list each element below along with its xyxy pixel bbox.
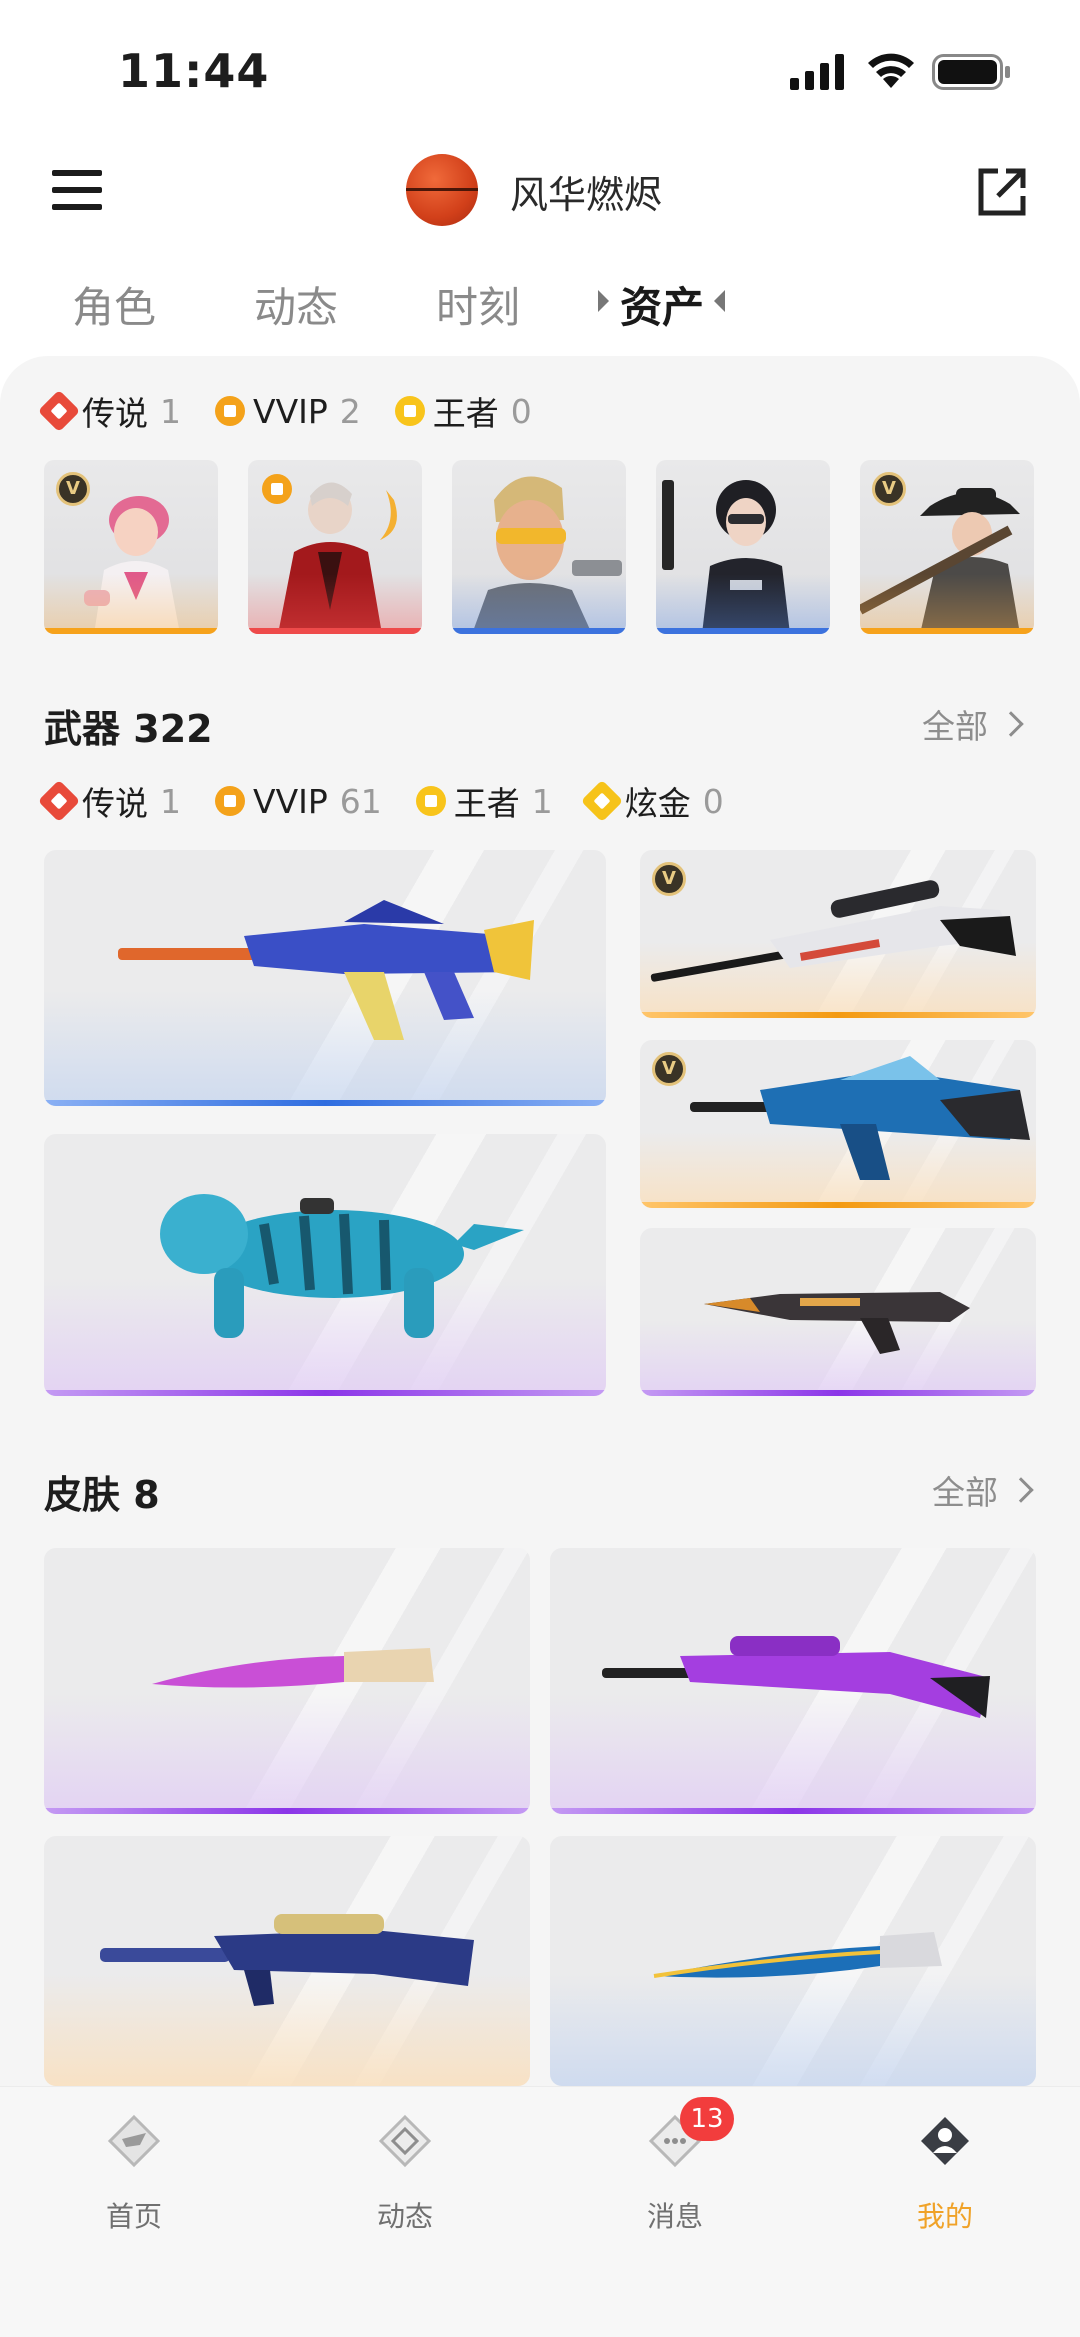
vvip-badge-icon (215, 786, 245, 816)
rarity-gold: 炫金 0 (580, 777, 724, 825)
skin-knife-image (152, 1648, 434, 1688)
character-card[interactable] (656, 460, 830, 634)
avatar[interactable] (406, 154, 478, 226)
skin-card[interactable] (550, 1548, 1036, 1814)
king-badge-icon (415, 786, 446, 816)
rarity-legend: 传说 1 (37, 387, 181, 435)
skin-card[interactable] (550, 1836, 1036, 2086)
rarity-legend: 传说 1 (37, 777, 181, 825)
home-icon (107, 2114, 161, 2168)
feed-icon (378, 2114, 432, 2168)
vip-badge-icon: V (652, 862, 686, 896)
character-card[interactable]: V (860, 460, 1034, 634)
gold-badge-icon (580, 779, 624, 823)
battery-icon (932, 54, 1010, 90)
weapon-assault-rifle-image (690, 1056, 1030, 1180)
wifi-icon (868, 53, 914, 88)
skins-see-all-button[interactable]: 全部 (932, 1466, 1034, 1514)
vip-badge-icon: V (872, 472, 906, 506)
weapon-ak-image (704, 1292, 970, 1354)
weapon-card[interactable] (44, 1134, 606, 1396)
weapon-card[interactable] (640, 1228, 1036, 1396)
menu-icon[interactable] (52, 170, 102, 214)
weapons-title: 武器 322 (44, 707, 213, 751)
weapon-card[interactable] (44, 850, 606, 1106)
weapon-sniper-image (650, 880, 1016, 982)
status-time: 11:44 (118, 44, 270, 98)
skin-blade-image (653, 1932, 942, 1978)
character-rarity-summary: 传说 1 VVIP 2 王者 0 (37, 386, 566, 436)
message-count-badge: 13 (680, 2097, 734, 2141)
tab-assets[interactable]: 资产 (620, 274, 704, 335)
weapon-card[interactable]: V (640, 1040, 1036, 1208)
skin-card[interactable] (44, 1836, 530, 2086)
king-badge-icon (394, 396, 425, 426)
nav-messages[interactable]: 消息 (575, 2113, 775, 2235)
tab-moments[interactable]: 时刻 (436, 274, 520, 335)
status-bar: 11:44 (0, 0, 1080, 140)
skin-sniper-image (602, 1636, 990, 1718)
character-card[interactable] (248, 460, 422, 634)
nav-home[interactable]: 首页 (34, 2113, 234, 2235)
vvip-badge-icon (262, 474, 292, 504)
profile-header: 风华燃烬 (0, 140, 1080, 250)
vvip-badge-icon (215, 396, 245, 426)
legend-badge-icon (37, 779, 81, 823)
share-icon[interactable] (976, 166, 1028, 218)
rarity-vvip: VVIP 61 (215, 782, 382, 821)
bottom-navigation: 首页 动态 消息 13 我的 (0, 2086, 1080, 2337)
skins-title: 皮肤 8 (44, 1473, 160, 1517)
nav-profile[interactable]: 我的 (845, 2113, 1045, 2235)
profile-icon (921, 2117, 969, 2165)
rarity-king: 王者 0 (394, 387, 532, 435)
tab-indicator-left-icon (598, 290, 609, 312)
profile-tabs: 角色 动态 时刻 资产 (0, 262, 1080, 352)
vip-badge-icon: V (652, 1052, 686, 1086)
tab-feed[interactable]: 动态 (254, 274, 338, 335)
tab-characters[interactable]: 角色 (72, 274, 156, 335)
skin-heavy-sniper-image (100, 1914, 474, 2006)
rarity-vvip: VVIP 2 (215, 392, 361, 431)
assets-panel: 传说 1 VVIP 2 王者 0 V V 武器 322 全部 传说 1 VVIP… (0, 356, 1080, 2086)
username: 风华燃烬 (510, 173, 663, 217)
character-cards: V V (44, 460, 1036, 634)
rarity-king: 王者 1 (415, 777, 553, 825)
weapon-card[interactable]: V (640, 850, 1036, 1018)
vip-badge-icon: V (56, 472, 90, 506)
weapon-rarity-summary: 传说 1 VVIP 61 王者 1 炫金 0 (37, 776, 758, 826)
cellular-signal-icon (790, 54, 844, 90)
weapon-tiger-image (160, 1194, 524, 1338)
skin-card[interactable] (44, 1548, 530, 1814)
chevron-right-icon (1008, 1477, 1034, 1503)
tab-indicator-right-icon (714, 290, 725, 312)
weapon-rifle-image (118, 900, 534, 1040)
nav-feed[interactable]: 动态 (305, 2113, 505, 2235)
character-card[interactable] (452, 460, 626, 634)
weapons-see-all-button[interactable]: 全部 (922, 700, 1024, 748)
chevron-right-icon (998, 711, 1024, 737)
legend-badge-icon (37, 389, 81, 433)
character-card[interactable]: V (44, 460, 218, 634)
